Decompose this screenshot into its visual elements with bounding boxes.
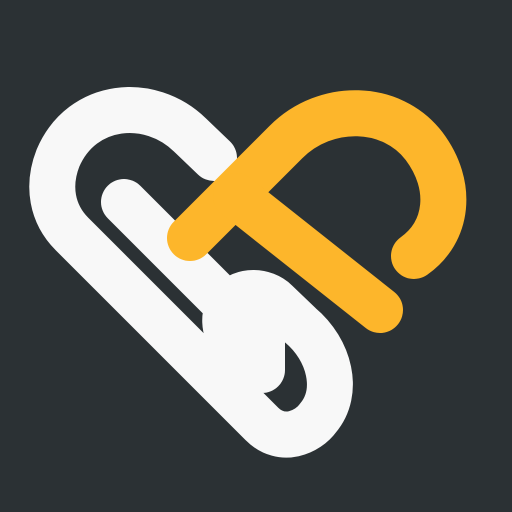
- heart-logo-icon: [0, 0, 512, 512]
- app-icon: [0, 0, 512, 512]
